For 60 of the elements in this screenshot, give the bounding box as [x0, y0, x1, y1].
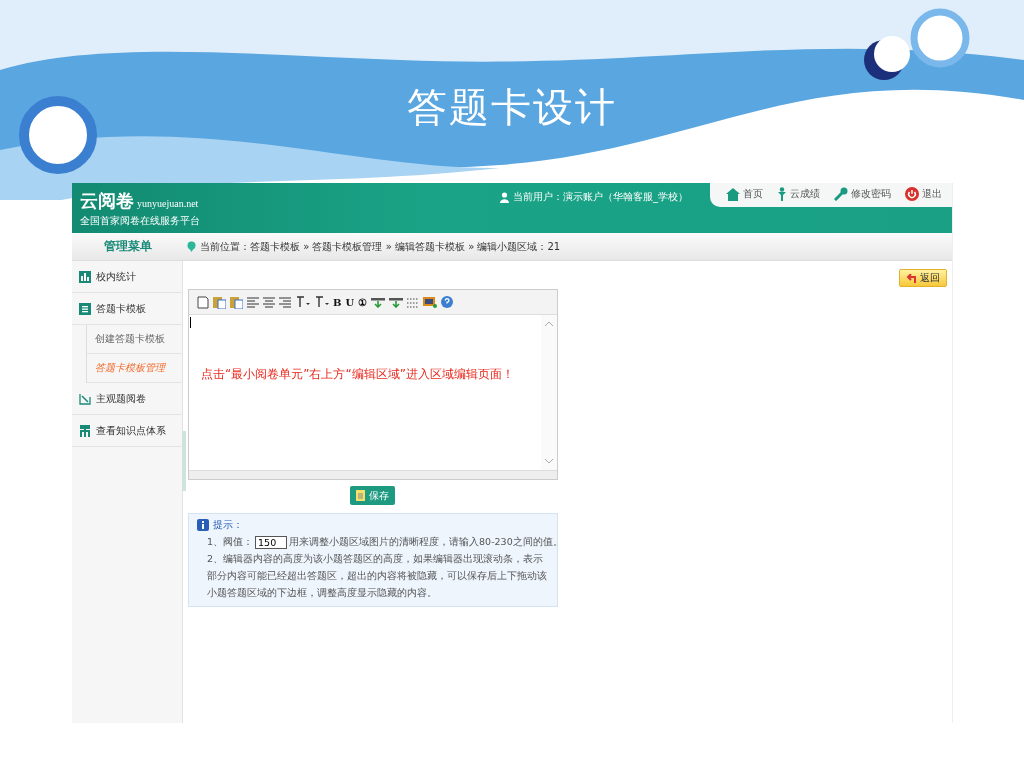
sidebar-item[interactable]: 查看知识点体系: [72, 415, 182, 447]
tips-title: 提示：: [213, 518, 243, 532]
back-button[interactable]: 返回: [899, 269, 947, 287]
scroll-down-icon[interactable]: [544, 458, 554, 464]
document-icon: [355, 490, 365, 501]
location-pin-icon: [187, 241, 196, 252]
paste-icon[interactable]: [230, 295, 243, 309]
save-button[interactable]: 保存: [349, 486, 395, 505]
editor-text: 点击“最小阅卷单元”右上方“编辑区域”进入区域编辑页面！: [201, 366, 515, 383]
list-icon: [79, 302, 91, 315]
insert-row-icon[interactable]: [371, 296, 386, 308]
home-icon: [726, 187, 740, 201]
collapse-handle[interactable]: [182, 431, 186, 491]
nav-link[interactable]: 云成绩: [777, 186, 820, 202]
return-arrow-icon: [906, 273, 916, 283]
pencil-icon: [79, 392, 91, 405]
sidebar-subitem[interactable]: 创建答题卡模板: [87, 325, 182, 354]
align-icon[interactable]: [263, 296, 275, 308]
person-icon: [777, 187, 787, 201]
font-dropdown-icon[interactable]: [314, 296, 329, 308]
info-icon: [197, 519, 209, 531]
format-button[interactable]: ①: [358, 296, 368, 308]
sidebar-item[interactable]: 答题卡模板: [72, 293, 182, 325]
logo-domain: yunyuejuan.net: [137, 198, 199, 209]
key-icon: [834, 187, 848, 201]
logo-name: 云阅卷: [80, 189, 134, 213]
rich-text-editor[interactable]: B U ① 点击“最小阅卷单元”右上方“编辑区域”进入区域编辑页面！: [188, 289, 558, 480]
sidebar-item[interactable]: 主观题阅卷: [72, 383, 182, 415]
align-icon[interactable]: [247, 296, 259, 308]
sidebar-item[interactable]: 校内统计: [72, 261, 182, 293]
nav-link[interactable]: 退出: [905, 186, 942, 202]
hierarchy-icon: [79, 424, 91, 437]
font-dropdown-icon[interactable]: [295, 296, 310, 308]
scrollbar[interactable]: [189, 470, 557, 479]
format-button[interactable]: U: [345, 296, 355, 308]
scrollbar[interactable]: [541, 315, 557, 470]
nav-link[interactable]: 首页: [726, 186, 763, 202]
bar-chart-icon: [79, 270, 91, 283]
insert-row-icon[interactable]: [389, 296, 404, 308]
breadcrumb-text: 当前位置：答题卡模板 » 答题卡模板管理 » 编辑答题卡模板 » 编辑小题区域：21: [200, 239, 561, 254]
scroll-up-icon[interactable]: [544, 321, 554, 327]
align-icon[interactable]: [279, 296, 291, 308]
threshold-input[interactable]: 150: [255, 535, 288, 549]
tip-text: 2、编辑器内容的高度为该小题答题区的高度，如果编辑器出现滚动条，表示部分内容可能已经超出答题区，超出的内容将被隐藏，可以保存后上下拖动该小题答题区域的下边框，调整高度显示隐藏的内容。: [206, 552, 548, 600]
nav-link[interactable]: 修改密码: [834, 186, 891, 202]
current-user-text: 当前用户：演示账户（华翰客服_学校）: [513, 190, 688, 204]
help-icon[interactable]: [441, 296, 454, 308]
format-button[interactable]: B: [333, 296, 342, 308]
threshold-note: 用来调整小题区域图片的清晰程度，请输入80-230之间的值。: [289, 535, 563, 549]
image-icon[interactable]: [423, 296, 438, 308]
slide-title: 答题卡设计: [407, 83, 617, 132]
user-icon: [500, 191, 509, 203]
power-icon: [905, 187, 919, 201]
dotted-grid-icon[interactable]: [407, 296, 420, 308]
menu-title: 管理菜单: [102, 238, 153, 255]
threshold-label: 1、阀值：: [207, 535, 254, 549]
document-icon[interactable]: [197, 295, 209, 309]
logo-tagline: 全国首家阅卷在线服务平台: [80, 214, 200, 228]
ring-icon: [18, 95, 98, 175]
paste-icon[interactable]: [213, 295, 226, 309]
